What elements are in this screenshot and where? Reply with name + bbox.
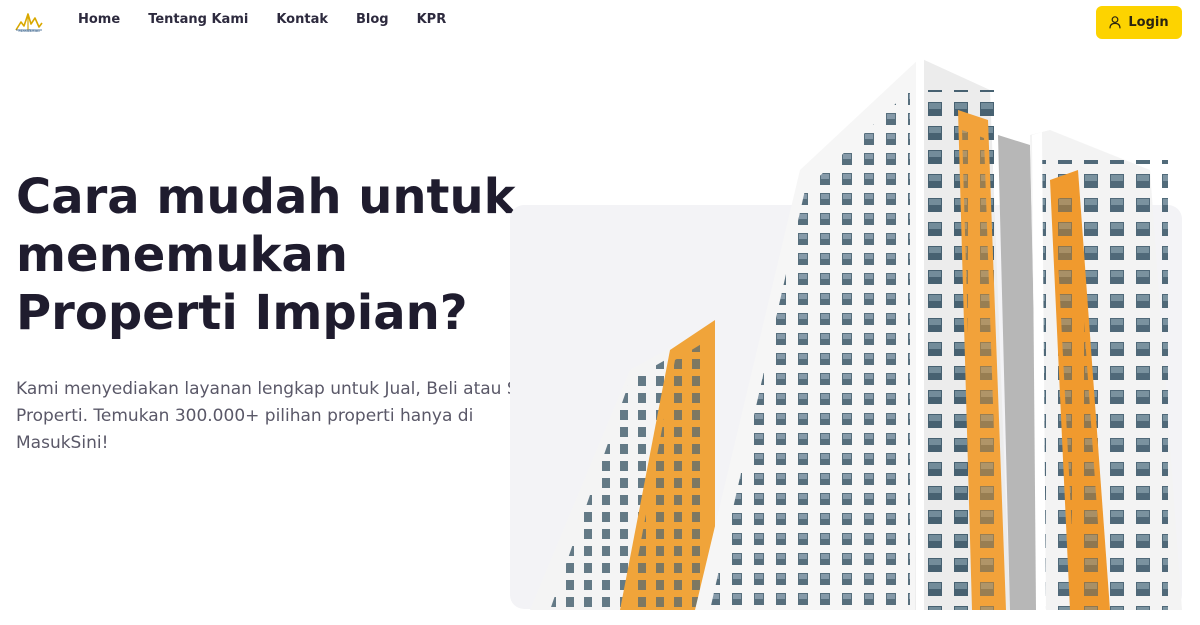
user-icon <box>1109 16 1121 29</box>
navbar: MasukSini Home Tentang Kami Kontak Blog … <box>0 0 1200 44</box>
login-button[interactable]: Login <box>1096 6 1182 39</box>
login-label: Login <box>1128 15 1169 30</box>
logo-icon <box>15 13 43 31</box>
nav-link-kontak[interactable]: Kontak <box>276 12 328 27</box>
nav-link-tentang-kami[interactable]: Tentang Kami <box>148 12 248 27</box>
nav-link-kpr[interactable]: KPR <box>417 12 447 27</box>
nav-link-home[interactable]: Home <box>78 12 120 27</box>
logo-text: MasukSini <box>18 28 40 33</box>
hero-description: Kami menyediakan layanan lengkap untuk J… <box>16 379 553 453</box>
nav-link-blog[interactable]: Blog <box>356 12 389 27</box>
hero-building-image <box>530 58 1182 610</box>
landing-page: MasukSini Home Tentang Kami Kontak Blog … <box>0 0 1200 625</box>
nav-links: Home Tentang Kami Kontak Blog KPR <box>78 12 474 27</box>
hero-title: Cara mudah untuk menemukan Properti Impi… <box>16 169 516 341</box>
